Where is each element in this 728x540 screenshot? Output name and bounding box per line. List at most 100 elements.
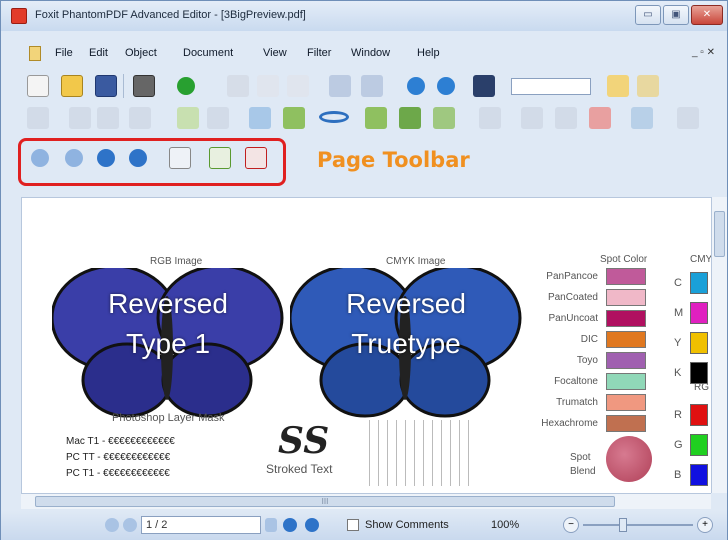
show-comments-checkbox[interactable]: [347, 519, 359, 531]
cmyk-swatch: [690, 272, 708, 294]
zoom-slider-track[interactable]: [583, 524, 693, 526]
zoom-in-icon[interactable]: [407, 77, 425, 95]
spot-color-name: Hexachrome: [541, 418, 598, 429]
page-number-field[interactable]: 1 / 2: [141, 516, 261, 534]
menu-file[interactable]: File: [55, 47, 73, 59]
rgb-overlay-line1: Reversed: [108, 288, 228, 319]
menu-filter[interactable]: Filter: [307, 47, 331, 59]
app-window: Foxit PhantomPDF Advanced Editor - [3Big…: [0, 0, 728, 540]
oval-tool-icon[interactable]: [319, 111, 349, 123]
spot-color-name: Focaltone: [554, 376, 598, 387]
cut-icon[interactable]: [227, 75, 249, 97]
export-icon[interactable]: [637, 75, 659, 97]
zoom-out-button[interactable]: −: [563, 517, 579, 533]
vertical-scrollbar[interactable]: [711, 197, 727, 493]
cmyk-overlay-line2: Truetype: [351, 328, 461, 359]
cmyk-letter: C: [674, 277, 682, 289]
typewriter-icon[interactable]: [177, 107, 199, 129]
document-icon: [29, 46, 41, 61]
rgb-swatch: [690, 464, 708, 486]
maximize-button[interactable]: ▣: [663, 5, 689, 25]
select-area-icon[interactable]: [97, 107, 119, 129]
redo-icon[interactable]: [361, 75, 383, 97]
clipping-icon[interactable]: [479, 107, 501, 129]
rgb-letter: R: [674, 409, 682, 421]
zoom-out-icon[interactable]: [437, 77, 455, 95]
main-toolbar: [1, 69, 727, 103]
search-input[interactable]: [511, 78, 591, 95]
spot-color-name: PanCoated: [547, 292, 598, 303]
add-path-icon[interactable]: [433, 107, 455, 129]
new-icon[interactable]: [27, 75, 49, 97]
pc-t1-line: PC T1 - €€€€€€€€€€€€: [66, 468, 170, 479]
cmyk-image-label: CMYK Image: [386, 256, 446, 267]
horizontal-scroll-thumb[interactable]: III: [35, 496, 615, 507]
find-icon[interactable]: [473, 75, 495, 97]
hand-tool-icon[interactable]: [607, 75, 629, 97]
save-icon[interactable]: [95, 75, 117, 97]
rgb-letter: B: [674, 469, 682, 481]
close-button[interactable]: ✕: [691, 5, 723, 25]
copy-icon[interactable]: [257, 75, 279, 97]
foxit-logo-icon: [11, 8, 27, 24]
rectangle-tool-icon[interactable]: [283, 107, 305, 129]
spot-color-name: DIC: [580, 334, 598, 345]
line-tool-icon[interactable]: [249, 107, 271, 129]
select-text-icon[interactable]: [69, 107, 91, 129]
document-canvas[interactable]: RGB Image CMYK Image Reversed Type 1 Rev…: [21, 197, 712, 493]
spot-color-name: PanUncoat: [548, 313, 598, 324]
cmyk-swatch: [690, 332, 708, 354]
zoom-in-button[interactable]: +: [697, 517, 713, 533]
rgb-swatch: [690, 404, 708, 426]
mac-t1-line: Mac T1 - €€€€€€€€€€€€: [66, 436, 175, 447]
cmyk-overlay-line1: Reversed: [346, 288, 466, 319]
add-image-icon[interactable]: [399, 107, 421, 129]
zoom-slider-thumb[interactable]: [619, 518, 627, 532]
transform-icon[interactable]: [631, 107, 653, 129]
text-box-icon[interactable]: [207, 107, 229, 129]
status-bar: 1 / 2 Show Comments 100% − +: [1, 511, 727, 540]
ss-stroked-sample: SS: [278, 420, 330, 462]
menu-object[interactable]: Object: [125, 47, 157, 59]
status-prev-page-icon[interactable]: [123, 518, 137, 532]
vertical-scroll-thumb[interactable]: [714, 211, 725, 257]
paste-icon[interactable]: [287, 75, 309, 97]
spot-blend-label-1: Spot: [570, 452, 591, 463]
cmyk-letter: Y: [674, 337, 682, 349]
edit-toolbar: [1, 101, 727, 135]
spot-color-swatch: [606, 352, 646, 369]
select-icon[interactable]: [27, 107, 49, 129]
cmyk-swatch: [690, 302, 708, 324]
menu-view[interactable]: View: [263, 47, 287, 59]
menu-help[interactable]: Help: [417, 47, 440, 59]
bring-forward-icon[interactable]: [521, 107, 543, 129]
menu-edit[interactable]: Edit: [89, 47, 108, 59]
mdi-controls[interactable]: _ ▫ ✕: [692, 47, 715, 58]
properties-icon[interactable]: [677, 107, 699, 129]
print-icon[interactable]: [133, 75, 155, 97]
info-icon[interactable]: [177, 77, 195, 95]
window-title: Foxit PhantomPDF Advanced Editor - [3Big…: [35, 9, 306, 21]
pc-tt-line: PC TT - €€€€€€€€€€€€: [66, 452, 171, 463]
snapshot-icon[interactable]: [129, 107, 151, 129]
undo-icon[interactable]: [329, 75, 351, 97]
page-toolbar-annotation: Page Toolbar: [317, 148, 470, 172]
title-bar: Foxit PhantomPDF Advanced Editor - [3Big…: [1, 1, 727, 31]
status-last-page-icon[interactable]: [305, 518, 319, 532]
insert-page-icon[interactable]: [365, 107, 387, 129]
status-next-page-icon[interactable]: [283, 518, 297, 532]
open-folder-icon[interactable]: [61, 75, 83, 97]
spot-blend-label-2: Blend: [570, 466, 596, 477]
menu-window[interactable]: Window: [351, 47, 390, 59]
spot-blend-circle: [606, 436, 652, 482]
minimize-button[interactable]: ▭: [635, 5, 661, 25]
rgb-letter: G: [674, 439, 683, 451]
send-backward-icon[interactable]: [555, 107, 577, 129]
page-dropdown-icon[interactable]: [265, 518, 277, 532]
menu-document[interactable]: Document: [183, 47, 233, 59]
status-first-page-icon[interactable]: [105, 518, 119, 532]
photoshop-layer-mask-label: Photoshop Layer Mask: [112, 412, 225, 424]
horizontal-scrollbar[interactable]: III: [21, 493, 711, 509]
stroked-text-label: Stroked Text: [266, 462, 333, 476]
delete-object-icon[interactable]: [589, 107, 611, 129]
